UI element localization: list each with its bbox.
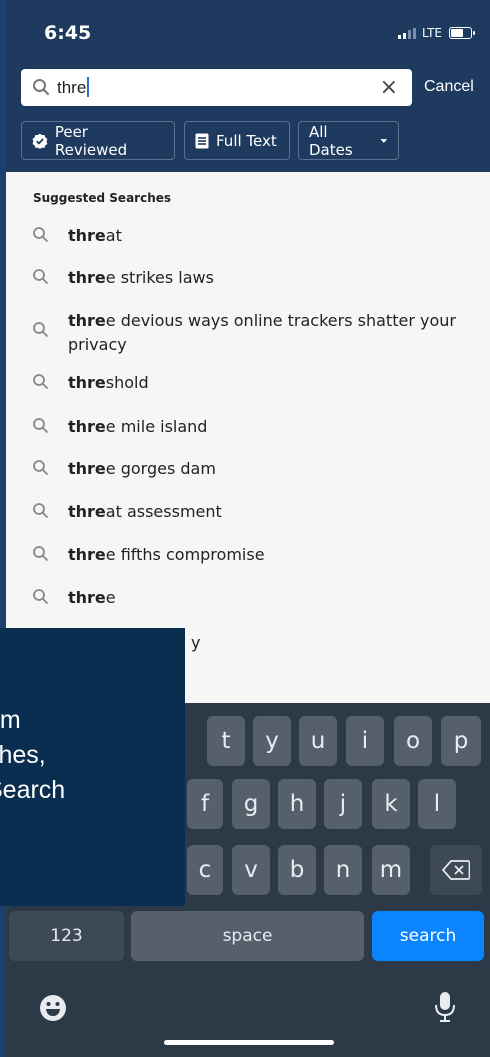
network-label: LTE xyxy=(422,26,442,40)
full-text-label: Full Text xyxy=(216,131,277,150)
suggestion-item[interactable]: three xyxy=(6,586,490,612)
key-j[interactable]: j xyxy=(324,779,362,829)
search-icon xyxy=(33,503,48,518)
key-v[interactable]: v xyxy=(232,845,270,895)
search-icon xyxy=(33,322,48,337)
battery-icon xyxy=(449,27,475,39)
search-icon xyxy=(33,546,48,561)
suggestion-text: threat assessment xyxy=(68,502,222,521)
key-l[interactable]: l xyxy=(418,779,456,829)
suggestion-item[interactable]: three strikes laws xyxy=(6,266,490,292)
key-c[interactable]: c xyxy=(187,845,223,895)
search-icon xyxy=(33,418,48,433)
search-icon xyxy=(33,589,48,604)
key-m[interactable]: m xyxy=(372,845,410,895)
peer-reviewed-label: Peer Reviewed xyxy=(54,122,128,159)
suggestion-text: threat xyxy=(68,226,122,245)
suggestion-text: three gorges dam xyxy=(68,459,216,478)
all-dates-label: All Dates xyxy=(309,122,353,159)
suggestion-item[interactable]: threat assessment xyxy=(6,500,490,526)
instruction-overlay: om ches, Search xyxy=(0,628,185,906)
key-k[interactable]: k xyxy=(372,779,410,829)
key-b[interactable]: b xyxy=(278,845,316,895)
suggestion-item[interactable]: three gorges dam xyxy=(6,457,490,483)
backspace-key[interactable] xyxy=(430,845,482,895)
backspace-icon xyxy=(442,860,470,880)
search-header: 6:45 LTE thre × Cancel Peer Reviewed Ful… xyxy=(6,0,490,172)
space-key[interactable]: space xyxy=(131,911,364,961)
status-time: 6:45 xyxy=(44,22,92,44)
key-h[interactable]: h xyxy=(278,779,316,829)
key-u[interactable]: u xyxy=(299,716,337,766)
suggestion-text: three devious ways online trackers shatt… xyxy=(68,311,456,354)
document-icon xyxy=(195,133,209,148)
all-dates-filter[interactable]: All Dates xyxy=(298,121,399,160)
suggestion-text: three mile island xyxy=(68,417,208,436)
microphone-icon[interactable] xyxy=(434,991,456,1023)
key-p[interactable]: p xyxy=(441,716,481,766)
suggestion-item[interactable]: three devious ways online trackers shatt… xyxy=(6,309,490,359)
home-indicator xyxy=(164,1040,334,1045)
key-g[interactable]: g xyxy=(232,779,270,829)
numbers-key[interactable]: 123 xyxy=(9,911,124,961)
suggestion-text: three fifths compromise xyxy=(68,545,265,564)
search-icon xyxy=(33,227,48,242)
search-key[interactable]: search xyxy=(372,911,484,961)
suggested-searches-heading: Suggested Searches xyxy=(33,191,172,205)
overlay-line: om xyxy=(0,706,21,734)
key-y[interactable]: y xyxy=(253,716,291,766)
key-t[interactable]: t xyxy=(207,716,245,766)
suggestion-item[interactable]: threshold xyxy=(6,371,490,397)
suggestion-item[interactable]: three mile island xyxy=(6,415,490,441)
key-o[interactable]: o xyxy=(394,716,432,766)
search-icon xyxy=(33,374,48,389)
signal-icon xyxy=(398,27,417,39)
search-query: thre xyxy=(57,77,90,98)
key-i[interactable]: i xyxy=(346,716,384,766)
suggestion-item[interactable]: threat xyxy=(6,224,490,250)
emoji-icon[interactable] xyxy=(38,993,68,1023)
search-icon xyxy=(33,79,49,95)
suggestion-text: y xyxy=(191,633,201,652)
peer-reviewed-filter[interactable]: Peer Reviewed xyxy=(21,121,175,160)
search-icon xyxy=(33,460,48,475)
full-text-filter[interactable]: Full Text xyxy=(184,121,290,160)
overlay-line: Search xyxy=(0,776,66,804)
search-icon xyxy=(33,269,48,284)
clear-search-button[interactable]: × xyxy=(380,75,398,100)
check-badge-icon xyxy=(32,133,48,149)
suggestion-text: threshold xyxy=(68,373,149,392)
key-n[interactable]: n xyxy=(324,845,362,895)
overlay-line: ches, xyxy=(0,741,46,769)
suggestion-item[interactable]: three fifths compromise xyxy=(6,543,490,569)
caret-down-icon xyxy=(380,138,388,143)
search-input[interactable]: thre × xyxy=(21,69,412,106)
suggestion-text: three strikes laws xyxy=(68,268,214,287)
key-f[interactable]: f xyxy=(187,779,223,829)
status-indicators: LTE xyxy=(398,26,475,40)
cancel-button[interactable]: Cancel xyxy=(424,78,474,96)
suggestion-text: three xyxy=(68,588,116,607)
